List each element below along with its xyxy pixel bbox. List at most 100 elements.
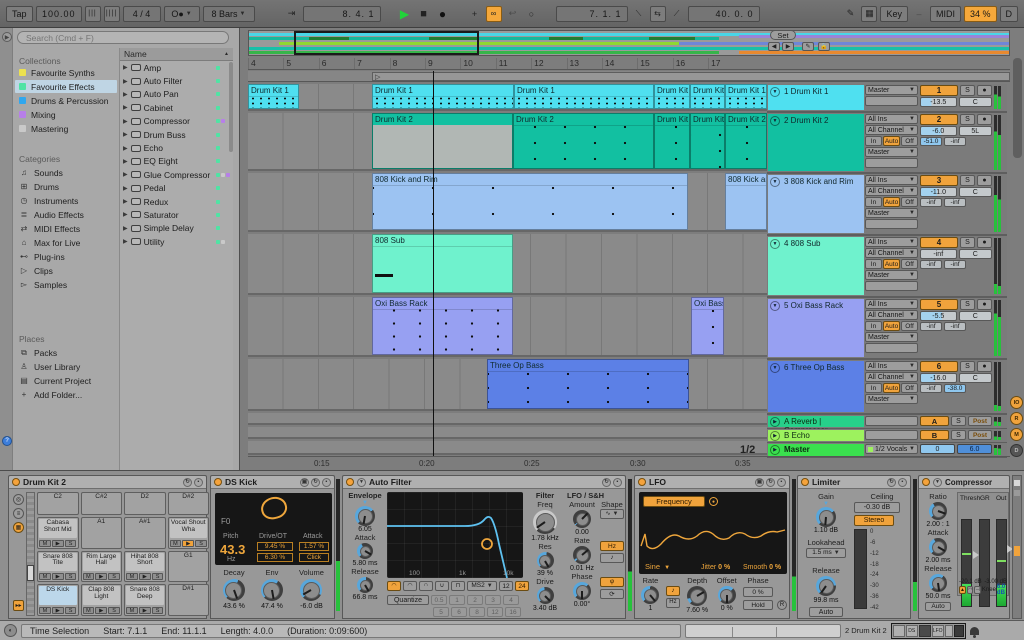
track-lane-2[interactable]: Drum Kit 2 Drum Kit 2 Drum Kit 2 Drum Ki… [248,113,767,171]
quantize-button[interactable]: Quantize [387,595,429,605]
hot-swap-icon[interactable]: ↻ [311,477,320,487]
sync-hz-toggle[interactable]: Hz [665,598,680,608]
re-enable-automation-icon[interactable]: ↩ [505,6,521,22]
clip[interactable]: 808 Kick and Rim [372,173,688,230]
drum-pad[interactable]: Clap 808 Light M ▶ S [80,584,122,616]
slope-12-button[interactable]: 12 [499,581,513,591]
lookahead-chooser[interactable]: 1.5 ms ▼ [806,548,846,558]
category-item[interactable]: ≣ Audio Effects [15,208,117,221]
input-channel-chooser[interactable]: All Channel ▼ [865,125,918,135]
filter-type-lowpass[interactable]: ◠ [387,581,401,591]
device-list-item[interactable]: ▶ Redux [120,195,233,208]
toggle-io-section[interactable]: IO [1010,396,1023,409]
expand-triangle-icon[interactable]: ▶ [123,171,128,178]
monitor-switch[interactable]: In Auto Off [865,197,918,207]
arm-button[interactable]: ● [977,237,992,248]
device-list-item[interactable]: ▶ Cabinet [120,101,233,114]
place-item[interactable]: ⧉ Packs [15,346,117,359]
ds-kick-device[interactable]: DS Kick ▣ ↻ ▪ F0 Pitch Drive/OT Attack 43.… [210,475,335,619]
solo-button[interactable]: S [951,416,966,426]
device-list-item[interactable]: ▶ EQ Eight [120,155,233,168]
input-routing-chooser[interactable]: All Ins ▼ [865,361,918,371]
track-header-2[interactable]: ▼ 2 Drum Kit 2 All Ins ▼ All Channel ▼ In Au… [767,113,1007,174]
expand-triangle-icon[interactable]: ▶ [123,131,128,138]
scrub-area[interactable]: ▷ [248,71,1010,82]
expand-triangle-icon[interactable]: ▶ [123,198,128,205]
input-routing-chooser[interactable]: All Ins ▼ [865,114,918,124]
pad-preview-button[interactable]: ▶ [95,573,108,581]
hold-button[interactable]: Hold [743,600,773,610]
arm-button[interactable]: ● [977,361,992,372]
follow-button[interactable]: ⇥ [284,6,300,22]
map-target-button[interactable]: Frequency [643,496,705,507]
device-list-item[interactable]: ▶ Echo [120,141,233,154]
pad-solo-button[interactable]: S [64,573,77,581]
attack-knob[interactable] [357,543,373,559]
expand-triangle-icon[interactable]: ▶ [123,64,128,71]
pad-preview-button[interactable]: ▶ [182,539,195,547]
send-a-field[interactable]: -inf [920,322,942,331]
pan-field[interactable]: C [958,187,992,197]
key-map-button[interactable]: Key [880,5,908,22]
fold-track-icon[interactable]: ▼ [770,239,780,249]
pad-mute-button[interactable]: M [39,607,51,614]
category-item[interactable]: ⌂ Max for Live [15,236,117,249]
place-item[interactable]: ♙ User Library [15,360,117,373]
release-knob[interactable] [357,577,373,593]
overview-view-rectangle[interactable] [294,31,479,55]
track-name[interactable]: 4 808 Sub [784,239,820,248]
clip[interactable]: Drum Kit 2 [725,113,767,169]
save-preset-icon[interactable]: ▪ [898,477,907,487]
freq-knob[interactable] [533,510,557,534]
device-chain-thumbnails[interactable]: DS LFO [890,622,966,639]
hot-swap-icon[interactable]: ↻ [766,477,775,487]
expand-triangle-icon[interactable]: ▶ [123,158,128,165]
track-name[interactable]: 3 808 Kick and Rim [784,177,853,186]
lfo-amount-knob[interactable] [573,510,591,528]
send-a-field[interactable]: -inf [920,384,942,393]
send-a-field[interactable]: -inf [920,198,942,207]
device-list-item[interactable]: ▶ Glue Compressor [120,168,233,181]
hot-swap-icon[interactable]: ↻ [183,477,192,487]
save-preset-icon[interactable]: ▪ [194,477,203,487]
fold-track-icon[interactable]: ▼ [770,301,780,311]
limiter-device[interactable]: Limiter ↻ ▪ Gain ▼ 1.10 dB Lookahead 1.5 … [797,475,911,619]
category-item[interactable]: ⊞ Drums [15,180,117,193]
device-fold-icon[interactable]: ▼ [357,477,366,487]
volume-field[interactable]: -16.0 [920,373,957,383]
master-pan-field[interactable]: 6.0 [957,444,992,454]
device-activator[interactable] [12,478,20,486]
solo-button[interactable]: S [951,430,966,440]
track-name[interactable]: 1 Drum Kit 1 [784,87,828,96]
device-list-item[interactable]: ▶ Auto Filter [120,74,233,87]
drum-pad[interactable]: Hihat 808 Short M ▶ S [124,550,166,583]
quantize-beat-button[interactable]: 12 [487,607,503,617]
volume-knob[interactable] [300,579,323,601]
collection-item[interactable]: Mastering [15,122,117,135]
follow-behavior-icon[interactable]: ◐ [4,624,17,637]
device-list-item[interactable]: ▶ Utility [120,235,233,248]
track-name[interactable]: 6 Three Op Bass [784,363,844,372]
groove-amount-menu[interactable]: O● ▼ [163,5,200,22]
device-list-item[interactable]: ▶ Compressor [120,115,233,128]
pad-mute-button[interactable]: M [39,539,51,547]
pad-solo-button[interactable]: S [151,607,164,614]
drum-pad[interactable]: Snare 808 Tite M ▶ S [37,550,79,583]
expand-triangle-icon[interactable]: ▶ [123,238,128,245]
clip[interactable]: Drum Kit 1 [725,84,767,109]
toggle-mixer-section[interactable]: M [1010,428,1023,441]
output-routing-chooser[interactable]: Master ▼ [865,85,918,95]
release-knob[interactable] [929,574,947,592]
pad-preview-button[interactable]: ▶ [138,607,151,614]
quantize-beat-button[interactable]: 4 [503,595,519,605]
time-signature-field[interactable]: 4 / 4 [122,5,161,22]
solo-button[interactable]: S [960,237,975,248]
lfo-device[interactable]: LFO ▣ ↻ ▪ Frequency ● Sine ▼ Jitter 0 % Sm… [634,475,790,619]
metronome-icon[interactable]: ||| [84,5,101,22]
strip-icon[interactable] [1014,490,1020,496]
track-activator[interactable]: 4 [920,237,958,248]
overdub-icon[interactable]: + [467,6,483,22]
return-track-a-header[interactable]: ▶A Reverb | Compressor ASPost [767,415,1007,435]
info-view-icon[interactable]: ? [2,436,12,446]
device-view-side-strip[interactable] [1012,475,1022,619]
